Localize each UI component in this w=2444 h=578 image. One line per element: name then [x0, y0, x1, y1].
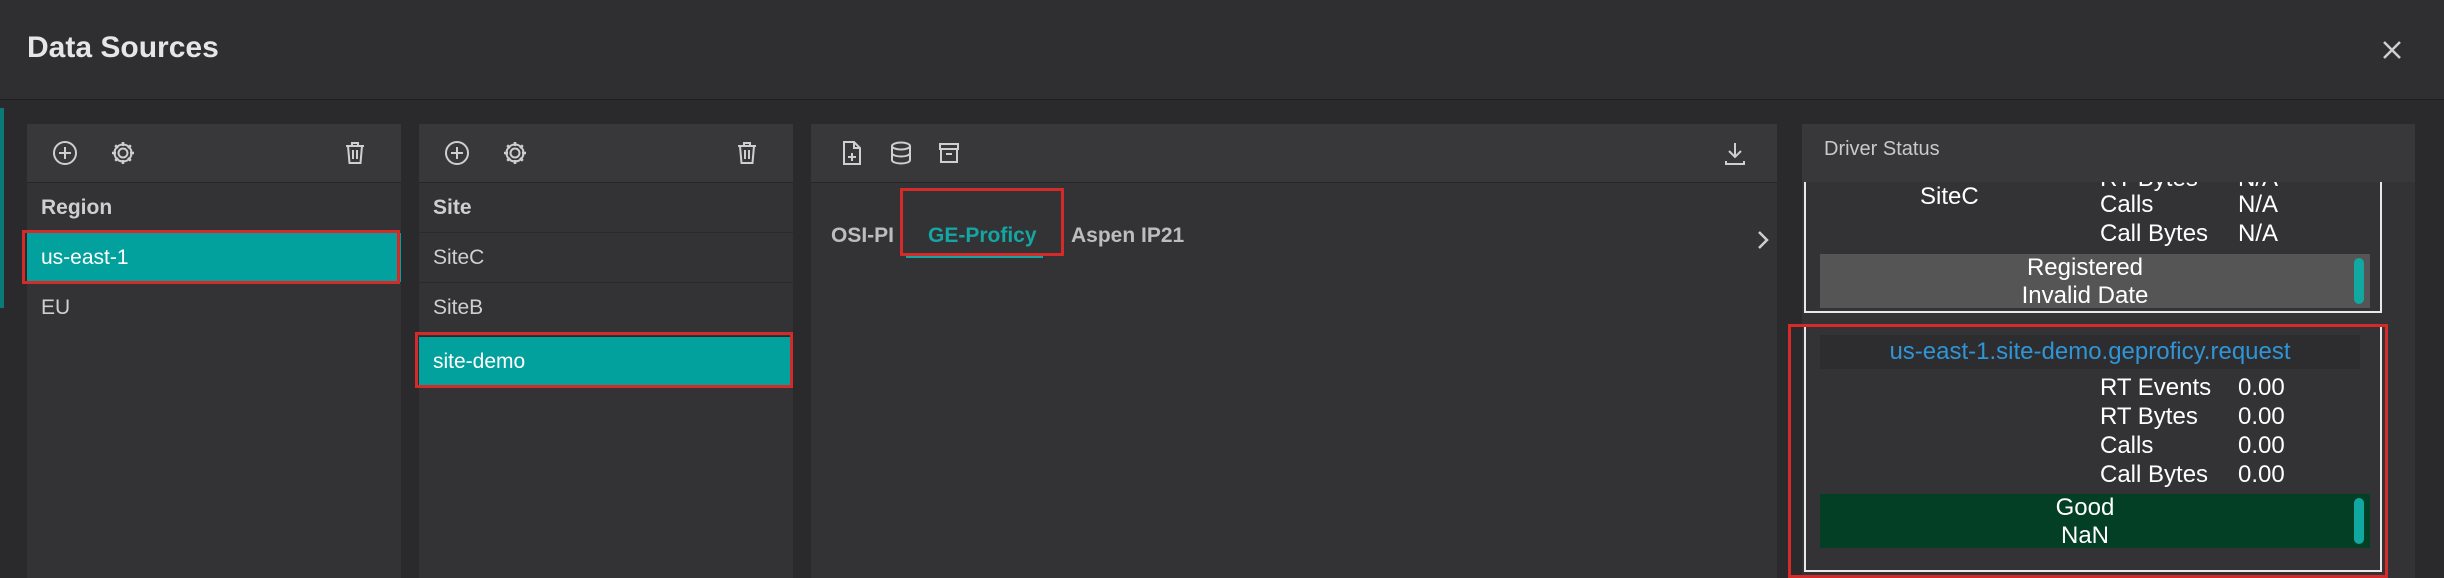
region-item-label: us-east-1 — [41, 246, 129, 269]
region-toolbar — [27, 124, 401, 183]
site-item-label: SiteB — [433, 296, 484, 319]
call-bytes-label: Call Bytes — [2100, 461, 2209, 488]
calls-label: Calls — [2100, 432, 2154, 459]
close-icon[interactable] — [2372, 30, 2412, 70]
driver-status-header: Driver Status — [1802, 124, 2415, 182]
region-item-eu[interactable]: EU — [27, 282, 401, 333]
status-bar-good: Good NaN — [1820, 494, 2370, 549]
connector-panel: OSI-PI GE-Proficy Aspen IP21 — [811, 124, 1777, 578]
calls-label: Calls — [2100, 191, 2154, 218]
connector-tabs: OSI-PI GE-Proficy Aspen IP21 — [811, 200, 1777, 260]
site-column-title: Site — [433, 196, 472, 219]
rt-events-label: RT Events — [2100, 374, 2212, 401]
driver-status-list[interactable]: RT Bytes N/A SiteC Calls N/A Call Bytes … — [1802, 182, 2415, 578]
database-icon[interactable] — [885, 137, 917, 169]
site-item-label: site-demo — [433, 350, 526, 373]
driver-status-title: Driver Status — [1824, 138, 1940, 160]
region-settings-icon[interactable] — [107, 137, 139, 169]
region-item-label: EU — [41, 296, 71, 319]
status-date: NaN — [2060, 522, 2109, 549]
call-bytes-label: Call Bytes — [2100, 220, 2209, 247]
download-icon[interactable] — [1719, 137, 1751, 169]
rt-bytes-label: RT Bytes — [2100, 403, 2198, 430]
new-file-icon[interactable] — [835, 137, 867, 169]
tab-aspen-ip21[interactable]: Aspen IP21 — [1071, 224, 1184, 248]
rt-bytes-value: 0.00 — [2238, 403, 2285, 430]
site-settings-icon[interactable] — [499, 137, 531, 169]
region-item-us-east-1[interactable]: us-east-1 — [27, 232, 401, 283]
dialog-header: Data Sources — [0, 0, 2444, 100]
calls-value: 0.00 — [2238, 432, 2285, 459]
add-site-icon[interactable] — [441, 137, 473, 169]
add-region-icon[interactable] — [49, 137, 81, 169]
driver-status-panel: Driver Status RT Bytes N/A SiteC Calls N… — [1788, 124, 2415, 578]
region-column-title: Region — [41, 196, 113, 219]
status-date: Invalid Date — [2021, 282, 2149, 309]
tab-osi-pi[interactable]: OSI-PI — [831, 224, 894, 248]
delete-region-icon[interactable] — [339, 137, 371, 169]
status-indicator — [2354, 498, 2364, 544]
site-toolbar — [419, 124, 793, 183]
status-label: Registered — [2026, 254, 2144, 281]
dialog-title: Data Sources — [27, 31, 219, 64]
rt-events-value: 0.00 — [2238, 374, 2285, 401]
connector-toolbar — [811, 124, 1777, 183]
tab-ge-proficy[interactable]: GE-Proficy — [928, 224, 1037, 248]
call-bytes-value: N/A — [2238, 220, 2279, 247]
calls-value: N/A — [2238, 191, 2279, 218]
site-panel: Site SiteC SiteB site-demo — [415, 124, 793, 578]
status-bar-registered: Registered Invalid Date — [1820, 254, 2370, 309]
site-name-label: SiteC — [1920, 183, 1979, 210]
status-indicator — [2354, 258, 2364, 304]
site-item-label: SiteC — [433, 246, 485, 269]
site-item-site-demo[interactable]: site-demo — [419, 336, 793, 385]
site-item-sitec[interactable]: SiteC — [419, 232, 793, 283]
chevron-right-icon[interactable] — [1751, 224, 1775, 256]
site-item-siteb[interactable]: SiteB — [419, 282, 793, 333]
region-panel: Region us-east-1 EU — [22, 124, 401, 578]
accent-bar — [0, 108, 4, 308]
endpoint-link[interactable]: us-east-1.site-demo.geproficy.request — [1820, 335, 2360, 369]
status-label: Good — [2055, 494, 2115, 521]
call-bytes-value: 0.00 — [2238, 461, 2285, 488]
archive-icon[interactable] — [933, 137, 965, 169]
delete-site-icon[interactable] — [731, 137, 763, 169]
active-tab-indicator — [906, 254, 1043, 258]
